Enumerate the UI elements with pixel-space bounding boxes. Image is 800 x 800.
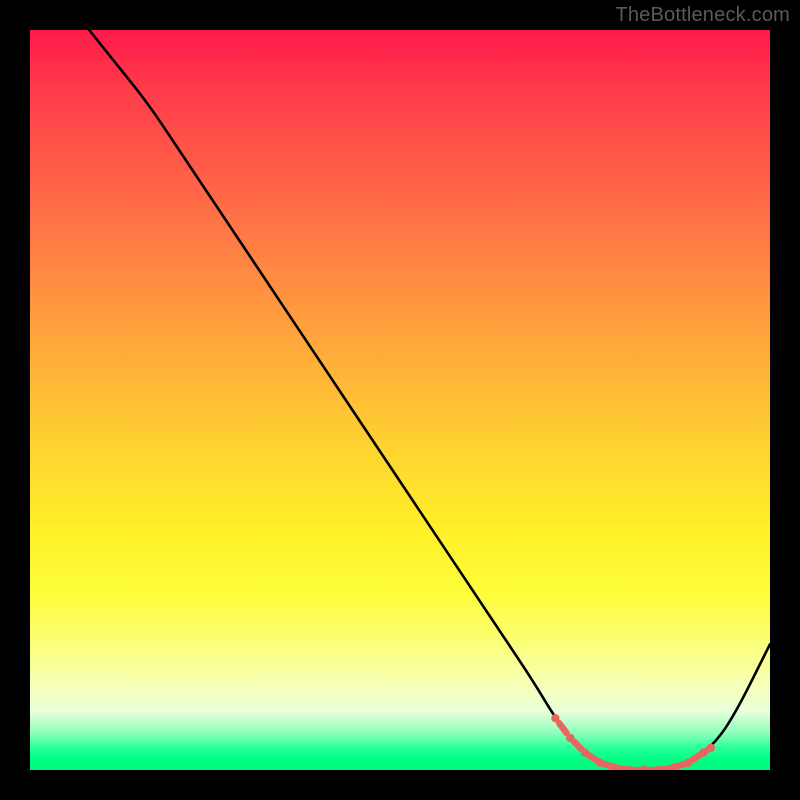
attribution-text: TheBottleneck.com xyxy=(615,4,790,27)
chart-frame: TheBottleneck.com xyxy=(0,0,800,800)
curve-path xyxy=(89,30,770,770)
optimal-range-highlight xyxy=(551,714,715,770)
bottleneck-curve xyxy=(30,30,770,770)
plot-area xyxy=(30,30,770,770)
